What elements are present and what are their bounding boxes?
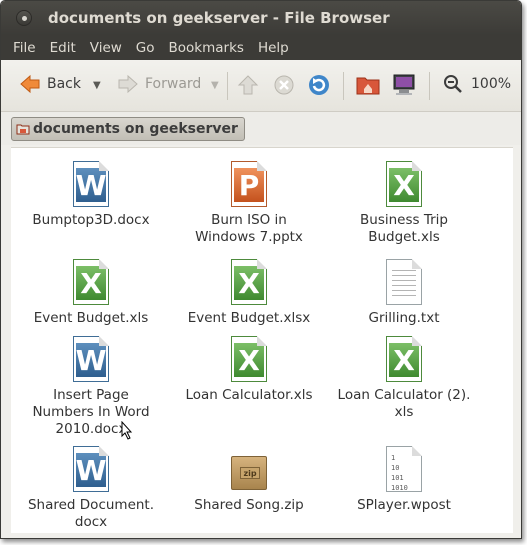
toolbar-separator: [429, 72, 430, 100]
file-item[interactable]: W Bumptop3D.docx: [16, 153, 166, 233]
excel-document-icon: X: [386, 161, 422, 207]
computer-button[interactable]: [392, 73, 416, 97]
file-name: Business Trip Budget.xls: [360, 212, 448, 245]
home-button[interactable]: [356, 74, 380, 96]
menu-help[interactable]: Help: [251, 40, 296, 56]
menu-view[interactable]: View: [83, 40, 129, 56]
title-bar[interactable]: documents on geekserver - File Browser: [1, 1, 521, 35]
file-item[interactable]: X Event Budget.xlsx: [174, 251, 324, 331]
file-name: Burn ISO in Windows 7.pptx: [195, 212, 303, 245]
file-name: Loan Calculator (2). xls: [337, 387, 471, 420]
ppt-document-icon: P: [231, 161, 267, 207]
file-item[interactable]: X Business Trip Budget.xls: [329, 153, 479, 245]
excel-document-icon: X: [73, 259, 109, 305]
up-arrow-icon: [237, 75, 259, 95]
reload-icon: [309, 75, 329, 95]
file-name: Grilling.txt: [368, 310, 440, 326]
file-item[interactable]: P Burn ISO in Windows 7.pptx: [174, 153, 324, 245]
file-item[interactable]: X Loan Calculator.xls: [174, 328, 324, 408]
excel-document-icon: X: [231, 259, 267, 305]
file-name: Shared Song.zip: [194, 497, 304, 513]
zip-archive-icon: zip: [231, 456, 267, 490]
toolbar-separator: [227, 72, 228, 100]
forward-button[interactable]: Forward: [117, 73, 201, 95]
forward-arrow-icon: [118, 74, 138, 94]
zoom-out-button[interactable]: [443, 74, 463, 94]
back-label: Back: [47, 76, 81, 92]
breadcrumb-current[interactable]: documents on geekserver: [11, 117, 245, 141]
forward-label: Forward: [145, 76, 202, 92]
menu-bar: File Edit View Go Bookmarks Help: [1, 35, 521, 60]
breadcrumb-label: documents on geekserver: [33, 121, 238, 137]
text-document-icon: [386, 259, 422, 305]
file-item[interactable]: zip Shared Song.zip: [174, 438, 324, 518]
file-name: Loan Calculator.xls: [185, 387, 313, 403]
stop-button[interactable]: [273, 74, 295, 96]
back-history-arrow-icon[interactable]: ▼: [93, 80, 101, 91]
file-browser-window: documents on geekserver - File Browser F…: [0, 0, 522, 539]
file-name: Event Budget.xlsx: [187, 310, 311, 326]
zoom-level[interactable]: 100%: [471, 76, 511, 92]
file-item[interactable]: Grilling.txt: [329, 251, 479, 331]
menu-edit[interactable]: Edit: [43, 40, 83, 56]
word-document-icon: W: [73, 336, 109, 382]
toolbar-separator: [343, 72, 344, 100]
text-cursor-icon: [121, 421, 133, 440]
file-name: SPlayer.wpost: [357, 497, 451, 513]
menu-file[interactable]: File: [6, 40, 43, 56]
menu-bookmarks[interactable]: Bookmarks: [162, 40, 251, 56]
close-window-button[interactable]: [16, 10, 32, 26]
up-button[interactable]: [237, 74, 259, 96]
excel-document-icon: X: [231, 336, 267, 382]
file-name: Bumptop3D.docx: [32, 212, 150, 228]
file-name: Shared Document. docx: [27, 497, 155, 530]
file-item[interactable]: X Event Budget.xls: [16, 251, 166, 331]
file-item[interactable]: W Shared Document. docx: [16, 438, 166, 530]
forward-history-arrow-icon[interactable]: ▼: [211, 80, 219, 91]
network-folder-icon: [16, 124, 30, 135]
window-title: documents on geekserver - File Browser: [48, 9, 390, 27]
word-document-icon: W: [73, 161, 109, 207]
file-item[interactable]: 1 10 101 1010 SPlayer.wpost: [329, 438, 479, 518]
home-folder-icon: [356, 77, 380, 95]
file-name: Event Budget.xls: [33, 310, 149, 326]
zoom-out-icon: [444, 75, 462, 93]
stop-icon: [274, 75, 294, 95]
word-document-icon: W: [73, 446, 109, 492]
binary-file-icon: 1 10 101 1010: [386, 446, 422, 492]
file-name: Insert Page Numbers In Word 2010.docx: [32, 387, 150, 437]
toolbar: Back ▼ Forward ▼ 100%: [1, 60, 521, 112]
location-bar: documents on geekserver: [1, 112, 521, 145]
computer-icon: [393, 74, 415, 95]
menu-go[interactable]: Go: [129, 40, 162, 56]
file-item[interactable]: W Insert Page Numbers In Word 2010.docx: [16, 328, 166, 437]
back-button[interactable]: Back: [19, 73, 81, 95]
reload-button[interactable]: [308, 74, 330, 96]
file-item[interactable]: X Loan Calculator (2). xls: [329, 328, 479, 420]
file-icon-view[interactable]: W Bumptop3D.docx P Burn ISO in Windows 7.pp…: [11, 147, 513, 533]
excel-document-icon: X: [386, 336, 422, 382]
back-arrow-icon: [20, 74, 40, 94]
